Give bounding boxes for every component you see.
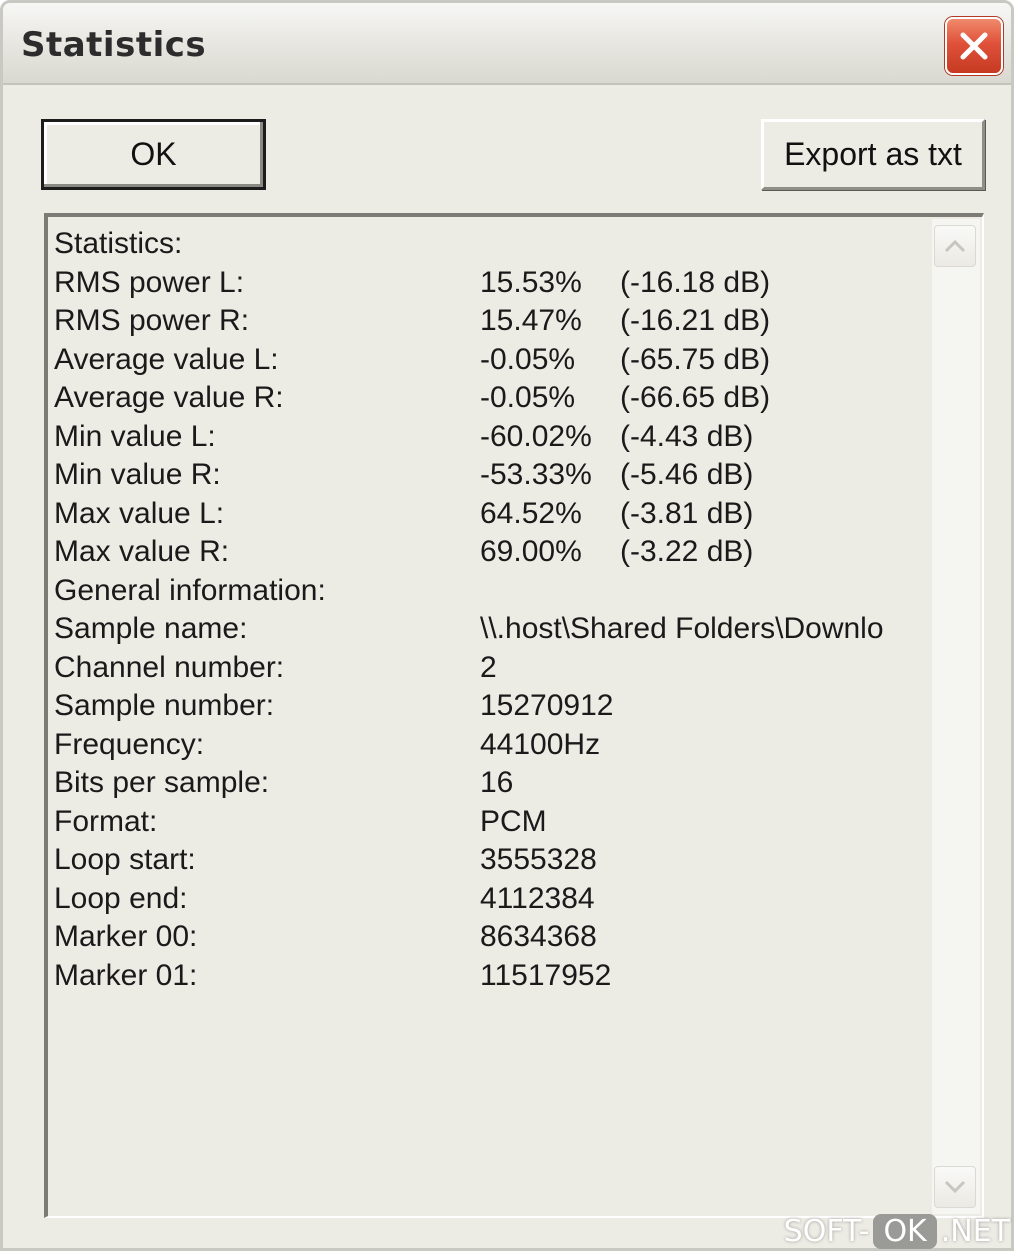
watermark: SOFT- OK .NET bbox=[784, 1214, 1010, 1249]
stat-label: Average value L: bbox=[54, 342, 279, 376]
stat-label: Statistics: bbox=[54, 227, 183, 260]
chevron-up-icon bbox=[944, 239, 966, 253]
stat-value: -0.05% bbox=[480, 381, 576, 414]
stat-label: Frequency: bbox=[54, 727, 205, 761]
stat-label: Bits per sample: bbox=[54, 766, 270, 799]
stat-value: 11517952 bbox=[480, 958, 612, 992]
close-button[interactable] bbox=[945, 17, 1003, 75]
stat-value: 4112384 bbox=[480, 881, 595, 915]
watermark-suffix: .NET bbox=[940, 1214, 1010, 1249]
ok-button[interactable]: OK bbox=[41, 119, 266, 190]
stat-db: (-16.21 dB) bbox=[620, 304, 771, 337]
statistics-dialog: Statistics OK Export as txt Statistics: R… bbox=[0, 0, 1014, 1251]
stat-value: PCM bbox=[480, 804, 547, 838]
watermark-prefix: SOFT- bbox=[783, 1214, 870, 1249]
stat-value: 2 bbox=[480, 650, 497, 684]
stat-value: -60.02% bbox=[480, 419, 592, 453]
statistics-text-area[interactable]: Statistics: RMS power L: 15.53% (-16.18 dB)… bbox=[44, 213, 984, 1218]
stat-label: Max value R: bbox=[54, 535, 230, 568]
stat-db: (-3.81 dB) bbox=[620, 496, 754, 530]
stat-value: -53.33% bbox=[480, 458, 592, 491]
stat-label: Average value R: bbox=[54, 381, 284, 414]
chevron-down-icon bbox=[944, 1180, 966, 1194]
stat-db: (-65.75 dB) bbox=[620, 342, 771, 376]
stat-label: Channel number: bbox=[54, 650, 285, 684]
stat-db: (-5.46 dB) bbox=[620, 458, 754, 491]
stat-label: Marker 01: bbox=[54, 958, 198, 992]
stat-value: 69.00% bbox=[480, 535, 582, 568]
vertical-scrollbar[interactable] bbox=[932, 219, 980, 1214]
stat-value: -0.05% bbox=[480, 342, 576, 376]
stat-value: \\.host\Shared Folders\Downlo bbox=[480, 612, 884, 645]
export-as-txt-button[interactable]: Export as txt bbox=[761, 119, 985, 190]
stat-value: 16 bbox=[480, 766, 514, 799]
stat-label: Marker 00: bbox=[54, 920, 198, 953]
scroll-up-button[interactable] bbox=[934, 225, 976, 267]
stat-label: Min value L: bbox=[54, 419, 216, 453]
stat-db: (-4.43 dB) bbox=[620, 419, 754, 453]
stat-label: Max value L: bbox=[54, 496, 225, 530]
stat-label: Loop end: bbox=[54, 881, 188, 915]
stat-value: 15.47% bbox=[480, 304, 582, 337]
scroll-down-button[interactable] bbox=[934, 1166, 976, 1208]
stat-label: Sample name: bbox=[54, 612, 248, 645]
stat-label: Min value R: bbox=[54, 458, 221, 491]
stat-value: 15270912 bbox=[480, 689, 614, 722]
stat-label: Sample number: bbox=[54, 689, 275, 722]
stat-db: (-16.18 dB) bbox=[620, 265, 771, 299]
stat-label: Loop start: bbox=[54, 843, 196, 876]
stat-value: 44100Hz bbox=[480, 727, 601, 761]
stat-db: (-3.22 dB) bbox=[620, 535, 754, 568]
close-x-icon bbox=[960, 32, 988, 60]
stat-value: 64.52% bbox=[480, 496, 582, 530]
stat-value: 3555328 bbox=[480, 843, 597, 876]
stat-db: (-66.65 dB) bbox=[620, 381, 771, 414]
stat-label: Format: bbox=[54, 804, 158, 838]
stat-label: General information: bbox=[54, 573, 326, 607]
stat-value: 15.53% bbox=[480, 265, 582, 299]
watermark-badge: OK bbox=[873, 1214, 937, 1249]
stat-value: 8634368 bbox=[480, 920, 597, 953]
stat-label: RMS power R: bbox=[54, 304, 250, 337]
title-bar[interactable]: Statistics bbox=[3, 3, 1011, 85]
stat-label: RMS power L: bbox=[54, 265, 245, 299]
window-title: Statistics bbox=[21, 25, 207, 65]
